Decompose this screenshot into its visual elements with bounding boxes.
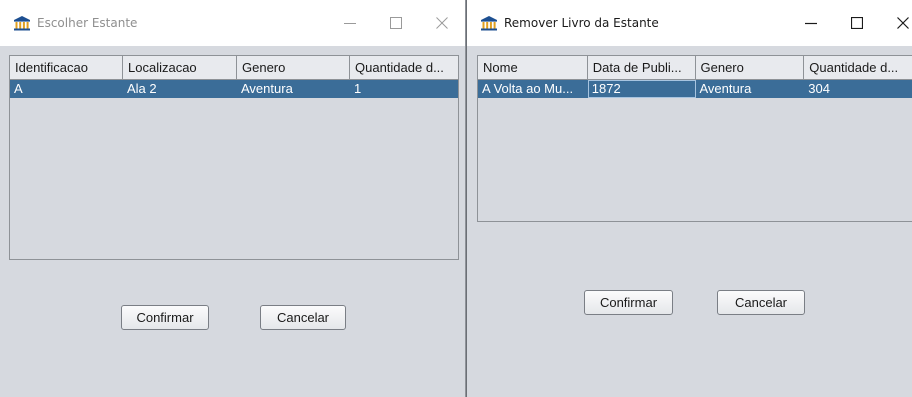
table-cell[interactable]: A Volta ao Mu... (478, 80, 588, 98)
livros-table[interactable]: Nome Data de Publi... Genero Quantidade … (477, 55, 912, 222)
table-cell[interactable]: A (10, 80, 123, 98)
caption-buttons (788, 0, 912, 46)
column-header[interactable]: Quantidade d... (804, 56, 912, 79)
estantes-table[interactable]: Identificacao Localizacao Genero Quantid… (9, 55, 459, 260)
minimize-icon (805, 22, 817, 25)
window-title: Escolher Estante (37, 16, 138, 30)
maximize-icon (851, 17, 863, 29)
table-header: Identificacao Localizacao Genero Quantid… (10, 56, 458, 80)
column-header[interactable]: Identificacao (10, 56, 123, 79)
window-title: Remover Livro da Estante (504, 16, 659, 30)
table-cell[interactable]: 1 (350, 80, 458, 98)
bank-icon (480, 14, 498, 32)
table-row[interactable]: A Volta ao Mu... 1872 Aventura 304 (478, 80, 912, 98)
table-cell[interactable]: Ala 2 (123, 80, 237, 98)
caption-buttons (327, 0, 465, 46)
title-bar[interactable]: Remover Livro da Estante (467, 0, 912, 46)
window-escolher-estante: Escolher Estante Identificacao Localizac… (0, 0, 466, 397)
table-cell[interactable]: Aventura (696, 80, 805, 98)
close-icon (436, 17, 448, 29)
cancel-button[interactable]: Cancelar (260, 305, 346, 330)
minimize-button[interactable] (788, 0, 834, 46)
window-remover-livro: Remover Livro da Estante Nome Data de Pu… (466, 0, 912, 397)
close-icon (897, 17, 909, 29)
column-header[interactable]: Genero (237, 56, 350, 79)
table-cell-focused[interactable]: 1872 (587, 80, 696, 98)
table-row[interactable]: A Ala 2 Aventura 1 (10, 80, 458, 98)
table-header: Nome Data de Publi... Genero Quantidade … (478, 56, 912, 80)
close-button[interactable] (419, 0, 465, 46)
maximize-icon (390, 17, 402, 29)
column-header[interactable]: Nome (478, 56, 588, 79)
title-bar[interactable]: Escolher Estante (0, 0, 465, 46)
minimize-button[interactable] (327, 0, 373, 46)
cancel-button[interactable]: Cancelar (717, 290, 805, 315)
table-cell[interactable]: 304 (804, 80, 912, 98)
maximize-button[interactable] (373, 0, 419, 46)
close-button[interactable] (880, 0, 912, 46)
column-header[interactable]: Quantidade d... (350, 56, 458, 79)
bank-icon (13, 14, 31, 32)
confirm-button[interactable]: Confirmar (121, 305, 209, 330)
minimize-icon (344, 23, 356, 24)
desktop: Escolher Estante Identificacao Localizac… (0, 0, 912, 397)
column-header[interactable]: Data de Publi... (588, 56, 696, 79)
table-cell[interactable]: Aventura (237, 80, 350, 98)
column-header[interactable]: Genero (696, 56, 805, 79)
confirm-button[interactable]: Confirmar (584, 290, 673, 315)
column-header[interactable]: Localizacao (123, 56, 237, 79)
maximize-button[interactable] (834, 0, 880, 46)
